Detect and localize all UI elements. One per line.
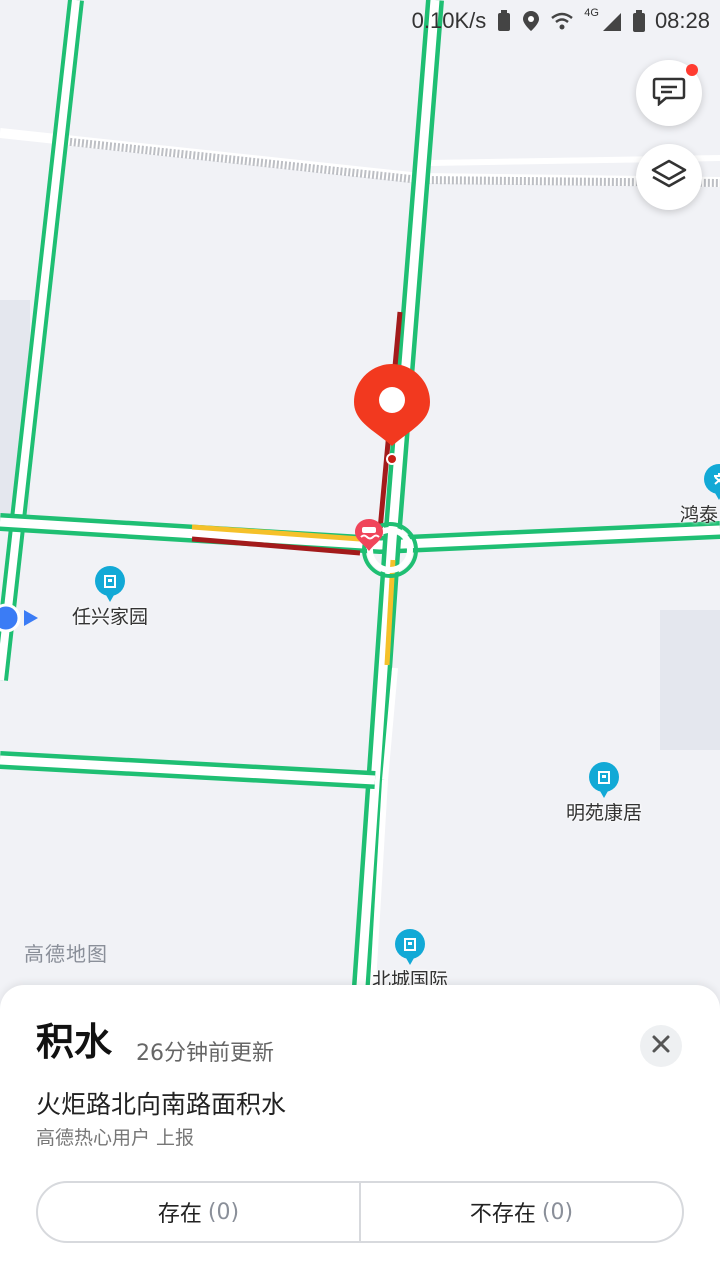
close-button[interactable] bbox=[640, 1025, 682, 1067]
layers-icon bbox=[651, 158, 687, 196]
poi-mingyuan-kangju[interactable]: 明苑康居 bbox=[566, 762, 642, 825]
building-icon bbox=[589, 762, 619, 798]
status-bar: 0.10K/s 4G 08:28 bbox=[0, 0, 720, 44]
incident-source: 高德热心用户 上报 bbox=[36, 1127, 195, 1149]
not-exists-label: 不存在 bbox=[469, 1202, 536, 1227]
vote-bar: 存在 (0) 不存在 (0) bbox=[36, 1181, 684, 1243]
building-icon bbox=[95, 566, 125, 602]
feedback-button[interactable] bbox=[636, 60, 702, 126]
exists-label: 存在 bbox=[157, 1202, 202, 1227]
status-time: 08:28 bbox=[654, 8, 710, 33]
poi-renxing-jiayuan[interactable]: 任兴家园 bbox=[72, 566, 148, 629]
layers-button[interactable] bbox=[636, 144, 702, 210]
network-speed: 0.10K/s bbox=[411, 8, 487, 33]
battery-saver-icon bbox=[496, 10, 512, 32]
map-watermark: 高德地图 bbox=[24, 942, 108, 966]
culture-icon bbox=[704, 464, 720, 500]
poi-hongtai[interactable]: 鸿泰 bbox=[680, 464, 720, 527]
my-location-icon bbox=[0, 598, 40, 642]
poi-label: 明苑康居 bbox=[566, 802, 643, 824]
incident-updated-time: 26分钟前更新 bbox=[136, 1041, 274, 1066]
incident-marker-pin[interactable] bbox=[352, 362, 432, 476]
not-exists-count: (0) bbox=[541, 1199, 574, 1225]
notification-dot bbox=[686, 64, 698, 76]
exists-count: (0) bbox=[207, 1199, 240, 1225]
battery-icon bbox=[632, 10, 645, 32]
close-icon bbox=[651, 1034, 671, 1058]
building-icon bbox=[395, 929, 425, 965]
message-icon bbox=[652, 76, 686, 110]
incident-title: 积水 bbox=[36, 1020, 113, 1064]
poi-label: 任兴家园 bbox=[72, 606, 149, 628]
incident-sheet: 积水 26分钟前更新 火炬路北向南路面积水 高德热心用户 上报 存在 (0) 不… bbox=[0, 985, 720, 1280]
signal-icon: 4G bbox=[584, 7, 623, 31]
incident-description: 火炬路北向南路面积水 bbox=[36, 1090, 287, 1119]
wifi-icon bbox=[550, 11, 574, 31]
exists-button[interactable]: 存在 (0) bbox=[38, 1183, 359, 1241]
poi-beicheng-guoji[interactable]: 北城国际 bbox=[372, 929, 448, 992]
map-canvas[interactable] bbox=[0, 0, 720, 1000]
not-exists-button[interactable]: 不存在 (0) bbox=[361, 1183, 682, 1241]
water-hazard-icon[interactable] bbox=[354, 518, 384, 556]
location-icon bbox=[522, 10, 540, 32]
poi-label: 鸿泰 bbox=[680, 504, 719, 526]
